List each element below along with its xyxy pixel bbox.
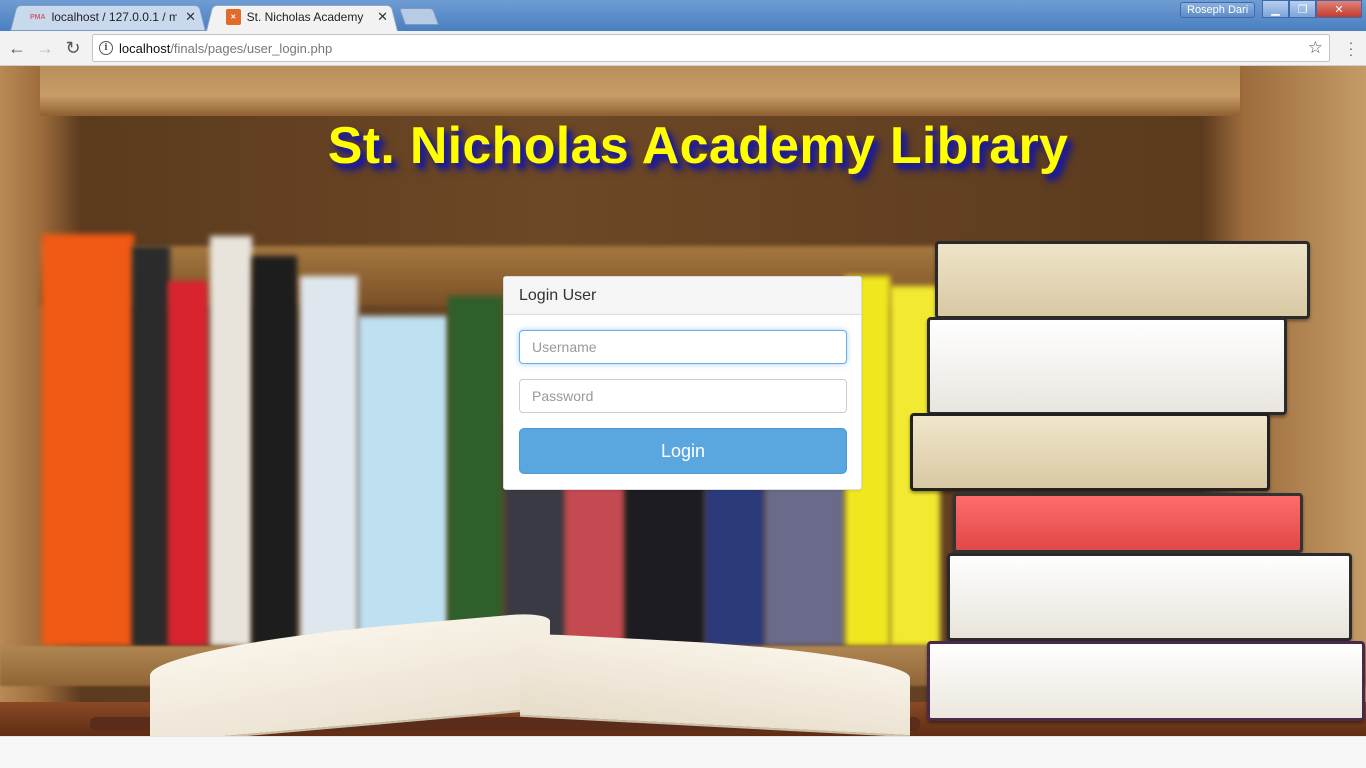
close-window-icon[interactable]: ✕: [1316, 0, 1362, 18]
bookmark-star-icon[interactable]: ☆: [1308, 38, 1323, 58]
open-book-image: [90, 611, 920, 736]
minimize-icon[interactable]: ▁: [1262, 0, 1289, 18]
xampp-icon: ✕: [226, 9, 241, 25]
new-tab-button[interactable]: [398, 8, 440, 25]
back-icon[interactable]: ←: [6, 37, 28, 59]
page-viewport: St. Nicholas Academy Library Login User …: [0, 66, 1366, 736]
forward-icon[interactable]: →: [34, 37, 56, 59]
login-panel-heading: Login User: [504, 277, 861, 315]
address-host: localhost: [119, 40, 171, 56]
browser-toolbar: ← → ↻ i localhost/finals/pages/user_logi…: [0, 31, 1366, 66]
login-panel: Login User Login: [503, 276, 862, 490]
info-icon[interactable]: i: [99, 41, 113, 55]
phpmyadmin-icon: PMA: [30, 13, 46, 21]
close-tab-icon[interactable]: ✕: [185, 9, 196, 25]
tab-st-nicholas[interactable]: ✕ St. Nicholas Academy ✕: [206, 3, 398, 31]
address-bar[interactable]: i localhost/finals/pages/user_login.php …: [92, 34, 1330, 62]
login-button[interactable]: Login: [519, 428, 847, 474]
address-path: /finals/pages/user_login.php: [170, 40, 333, 56]
address-url: localhost/finals/pages/user_login.php: [119, 41, 332, 56]
site-title: St. Nicholas Academy Library: [327, 117, 1069, 175]
browser-titlebar: PMA localhost / 127.0.0.1 / my ✕ ✕ St. N…: [0, 0, 1366, 31]
username-input[interactable]: [519, 330, 847, 364]
reload-icon[interactable]: ↻: [62, 37, 84, 59]
close-tab-icon[interactable]: ✕: [377, 9, 388, 25]
page-bottom-strip: [0, 736, 1366, 768]
restore-icon[interactable]: ❐: [1289, 0, 1316, 18]
password-input[interactable]: [519, 379, 847, 413]
tab-phpmyadmin[interactable]: PMA localhost / 127.0.0.1 / my ✕: [10, 3, 206, 31]
profile-button[interactable]: Roseph Dari: [1180, 2, 1256, 18]
tab-title: St. Nicholas Academy: [246, 10, 364, 24]
tab-title: localhost / 127.0.0.1 / my: [51, 10, 178, 24]
menu-icon[interactable]: · · ·: [1348, 35, 1354, 61]
